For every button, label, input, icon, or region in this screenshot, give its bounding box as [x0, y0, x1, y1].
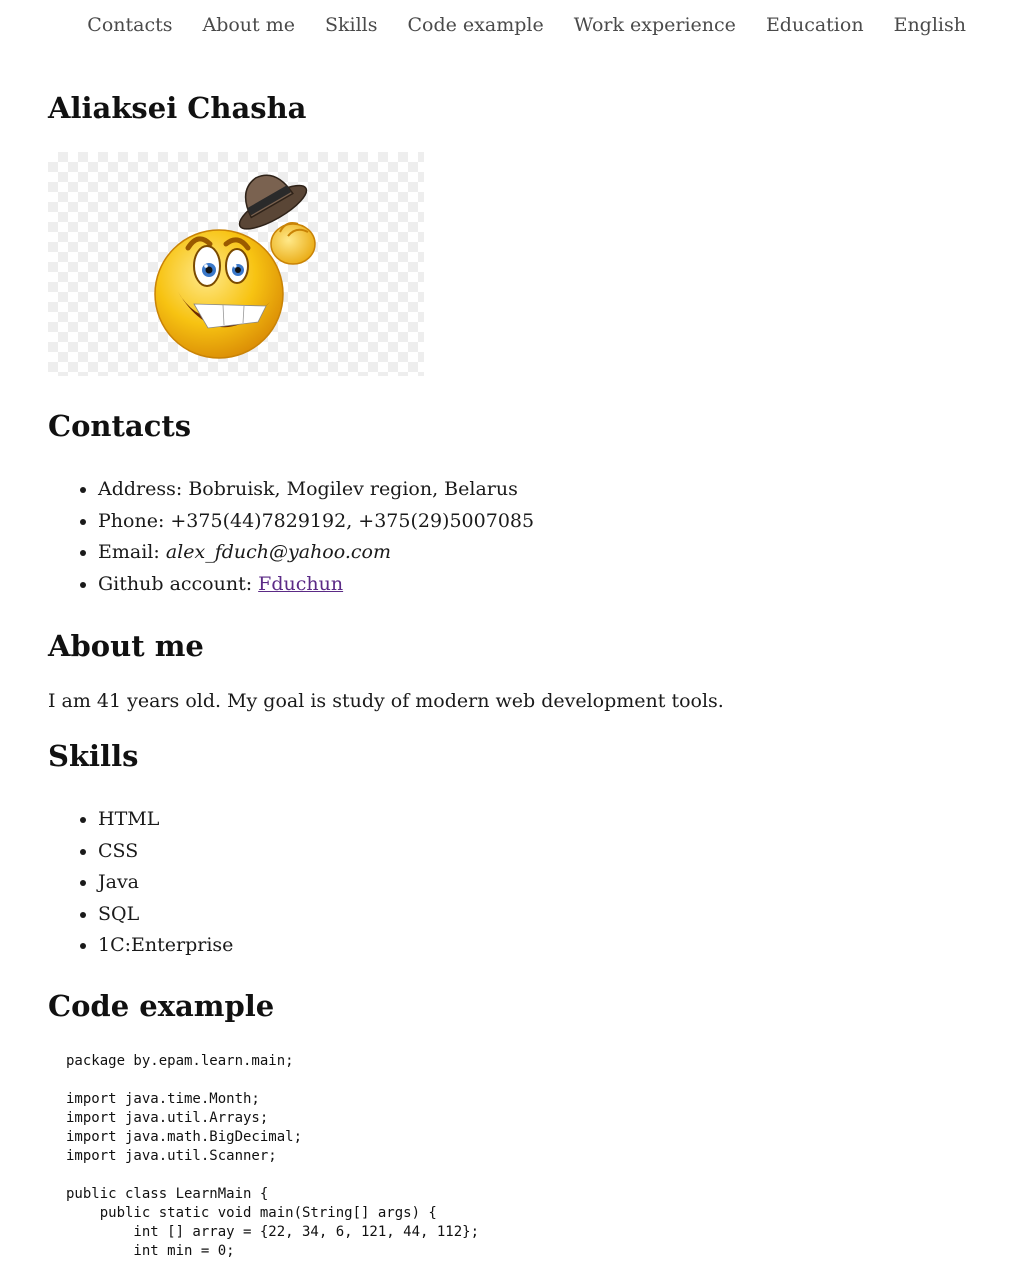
- skills-heading: Skills: [48, 739, 139, 773]
- code-line: import java.util.Arrays;: [66, 1109, 269, 1126]
- skills-section: Skills HTML CSS Java SQL 1C:Enterprise: [48, 734, 988, 962]
- address-value: Bobruisk, Mogilev region, Belarus: [188, 478, 518, 500]
- code-line: public static void main(String[] args) {: [66, 1204, 437, 1221]
- contacts-heading: Contacts: [48, 409, 192, 443]
- page-title: Aliaksei Chasha: [48, 91, 307, 125]
- code-line: import java.util.Scanner;: [66, 1147, 277, 1164]
- phone-label: Phone:: [98, 509, 165, 532]
- code-heading: Code example: [48, 988, 275, 1023]
- nav-skills[interactable]: Skills: [325, 14, 378, 36]
- phone-value: +375(44)7829192, +375(29)5007085: [170, 509, 535, 532]
- email-label: Email:: [98, 541, 160, 563]
- main-content: Aliaksei Chasha Contacts • Address: Bobr…: [48, 86, 988, 1261]
- about-text: I am 41 years old. My goal is study of m…: [48, 690, 724, 712]
- address-label: Address:: [98, 478, 183, 500]
- nav-about-me[interactable]: About me: [202, 14, 295, 36]
- nav-contacts[interactable]: Contacts: [87, 14, 172, 36]
- github-label: Github account:: [98, 572, 253, 595]
- skill-item: 1C:Enterprise: [98, 930, 988, 962]
- code-section: Code example package by.epam.learn.main;…: [48, 984, 988, 1261]
- skills-list: HTML CSS Java SQL 1C:Enterprise: [48, 804, 988, 962]
- github-link[interactable]: Fduchun: [258, 573, 343, 595]
- code-line: int [] array = {22, 34, 6, 121, 44, 112}…: [66, 1223, 480, 1240]
- code-line: package by.epam.learn.main;: [66, 1052, 294, 1069]
- skill-item: SQL: [98, 899, 988, 931]
- smiley-tipping-hat-icon: [154, 174, 316, 359]
- contact-phone: Phone: +375(44)7829192, +375(29)5007085: [98, 506, 988, 538]
- profile-photo: [48, 152, 424, 376]
- skill-item: Java: [98, 867, 988, 899]
- contact-email: Email: alex_fduch@yahoo.com: [98, 537, 988, 569]
- contacts-list: Address: Bobruisk, Mogilev region, Belar…: [48, 474, 988, 600]
- skill-item: CSS: [98, 836, 988, 868]
- code-line: int min = 0;: [66, 1242, 235, 1259]
- top-nav: Contacts About me Skills Code example Wo…: [87, 14, 966, 36]
- about-heading: About me: [48, 629, 204, 663]
- code-line: import java.math.BigDecimal;: [66, 1128, 303, 1145]
- about-section: About me I am 41 years old. My goal is s…: [48, 624, 988, 714]
- email-value: alex_fduch@yahoo.com: [165, 541, 391, 563]
- code-block: package by.epam.learn.main; import java.…: [66, 1052, 988, 1261]
- nav-work-experience[interactable]: Work experience: [574, 14, 736, 36]
- code-line: import java.time.Month;: [66, 1090, 260, 1107]
- code-line: public class LearnMain {: [66, 1185, 269, 1202]
- contact-github: Github account: Fduchun: [98, 569, 988, 601]
- nav-language-english[interactable]: English: [894, 14, 966, 36]
- skill-item: HTML: [98, 804, 988, 836]
- contact-address: Address: Bobruisk, Mogilev region, Belar…: [98, 474, 988, 506]
- nav-education[interactable]: Education: [766, 14, 864, 36]
- nav-code-example[interactable]: Code example: [408, 14, 544, 36]
- contacts-section: Contacts Address: Bobruisk, Mogilev regi…: [48, 404, 988, 600]
